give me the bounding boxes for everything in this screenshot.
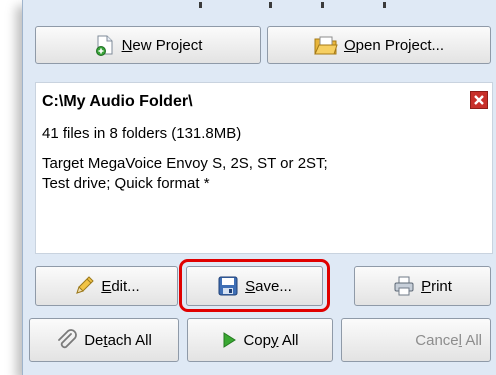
top-edge-fragment (31, 0, 491, 10)
copy-all-button[interactable]: Copy All (187, 318, 333, 362)
save-button-highlight (179, 259, 330, 312)
play-arrow-icon (221, 331, 237, 349)
print-label: Print (421, 277, 452, 295)
copy-all-label: Copy All (243, 331, 299, 349)
detach-all-label: Detach All (84, 331, 152, 349)
new-project-icon (94, 34, 116, 56)
open-project-label: Open Project... (343, 36, 445, 54)
cancel-all-button[interactable]: Cancel All (341, 318, 491, 362)
open-folder-icon (314, 34, 338, 56)
close-icon[interactable] (470, 91, 488, 109)
new-project-label: New Project (121, 36, 203, 54)
edit-label: Edit... (101, 277, 140, 295)
printer-icon (393, 275, 415, 297)
detach-all-button[interactable]: Detach All (29, 318, 179, 362)
new-project-button[interactable]: New Project (35, 26, 261, 64)
cancel-all-label: Cancel All (415, 331, 482, 349)
paperclip-icon (56, 329, 78, 351)
print-button[interactable]: Print (354, 266, 491, 306)
drive-options-text: Test drive; Quick format * (42, 175, 210, 192)
project-panel: New Project Open Project... C:\My Audio … (22, 0, 496, 375)
target-device-text: Target MegaVoice Envoy S, 2S, ST or 2ST; (42, 155, 328, 172)
file-count-text: 41 files in 8 folders (131.8MB) (42, 125, 242, 142)
pencil-icon (73, 275, 95, 297)
project-info-box: C:\My Audio Folder\ 41 files in 8 folder… (35, 82, 493, 254)
open-project-button[interactable]: Open Project... (267, 26, 491, 64)
edit-button[interactable]: Edit... (35, 266, 178, 306)
folder-path: C:\My Audio Folder\ (42, 93, 193, 110)
